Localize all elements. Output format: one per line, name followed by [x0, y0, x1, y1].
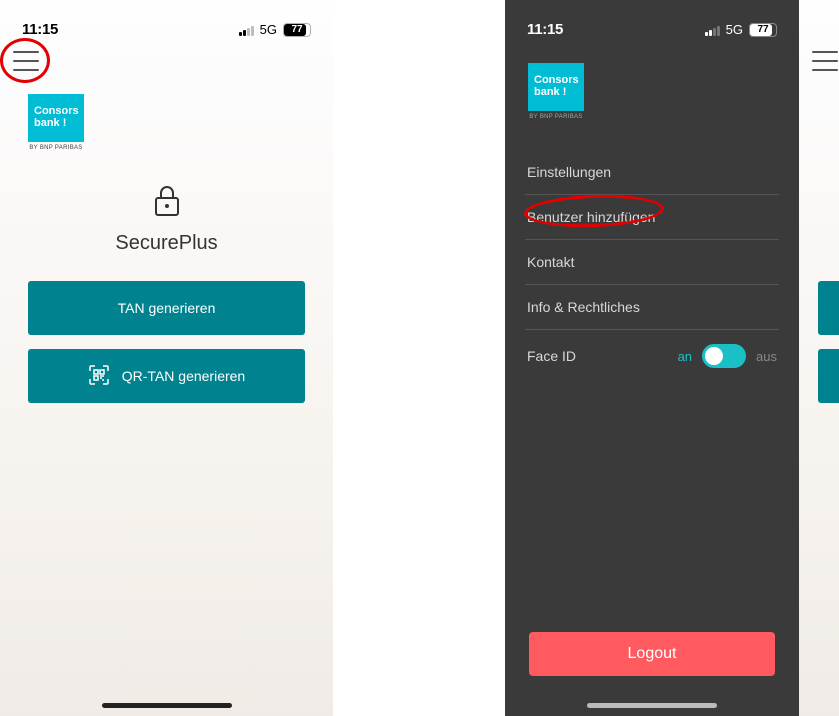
- menu-item-einstellungen[interactable]: Einstellungen: [525, 150, 779, 195]
- home-indicator[interactable]: [102, 703, 232, 708]
- logo-subtitle: BY BNP PARIBAS: [29, 145, 82, 151]
- home-indicator[interactable]: [587, 703, 717, 708]
- side-menu: Einstellungen Benutzer hinzufügen Kontak…: [525, 150, 779, 382]
- faceid-toggle[interactable]: [702, 344, 746, 368]
- hamburger-menu-icon[interactable]: [13, 51, 39, 71]
- menu-item-info-rechtliches[interactable]: Info & Rechtliches: [525, 285, 779, 330]
- battery-icon: 77: [283, 23, 311, 37]
- faceid-label: Face ID: [527, 348, 576, 364]
- status-right: 5G 77: [239, 22, 311, 37]
- logo-subtitle: BY BNP PARIBAS: [529, 114, 582, 120]
- logo-line2: bank !: [34, 118, 66, 130]
- network-type: 5G: [726, 22, 743, 37]
- tan-button-partial[interactable]: [818, 281, 839, 335]
- menu-item-label: Info & Rechtliches: [527, 299, 640, 315]
- status-time: 11:15: [22, 21, 58, 38]
- qr-tan-button[interactable]: QR-TAN generieren: [28, 349, 305, 403]
- logout-label: Logout: [628, 645, 677, 662]
- logout-button[interactable]: Logout: [529, 632, 775, 676]
- tan-button[interactable]: TAN generieren: [28, 281, 305, 335]
- toggle-off-label: aus: [756, 349, 777, 364]
- app-title: SecurePlus: [0, 232, 333, 255]
- tan-button-label: TAN generieren: [118, 300, 216, 316]
- home-buttons: TAN generieren QR-TAN generieren: [28, 281, 305, 403]
- screenshot-home: 11:15 5G 77 Consors bank ! BY BNP PARIBA…: [0, 0, 333, 716]
- menu-item-benutzer-hinzufuegen[interactable]: Benutzer hinzufügen: [525, 195, 779, 240]
- menu-item-kontakt[interactable]: Kontakt: [525, 240, 779, 285]
- status-bar: 11:15 5G 77: [0, 0, 333, 45]
- status-time: 11:15: [527, 21, 563, 38]
- status-right: 5G 77: [705, 22, 777, 37]
- brand-logo: Consors bank ! BY BNP PARIBAS: [28, 94, 84, 151]
- menu-item-label: Einstellungen: [527, 164, 611, 180]
- status-bar: 11:15 5G 77: [505, 0, 799, 45]
- brand-logo: Consors bank ! BY BNP PARIBAS: [528, 63, 584, 120]
- qr-tan-button-label: QR-TAN generieren: [122, 368, 245, 384]
- toggle-on-label: an: [678, 349, 692, 364]
- qr-icon: [88, 364, 110, 389]
- menu-item-label: Kontakt: [527, 254, 574, 270]
- home-center: SecurePlus: [0, 185, 333, 255]
- logo-line2: bank !: [534, 87, 566, 99]
- hamburger-menu-icon[interactable]: [812, 51, 838, 71]
- screenshot-menu: 11:15 5G 77 Consors bank ! BY BNP PARIBA…: [505, 0, 799, 716]
- signal-icon: [239, 24, 254, 36]
- menu-item-label: Benutzer hinzufügen: [527, 209, 655, 225]
- menu-item-faceid: Face ID an aus: [525, 330, 779, 382]
- qr-tan-button-partial[interactable]: [818, 349, 839, 403]
- lock-icon: [152, 185, 182, 222]
- network-type: 5G: [260, 22, 277, 37]
- signal-icon: [705, 24, 720, 36]
- screenshot-home-partial: [799, 0, 839, 716]
- battery-icon: 77: [749, 23, 777, 37]
